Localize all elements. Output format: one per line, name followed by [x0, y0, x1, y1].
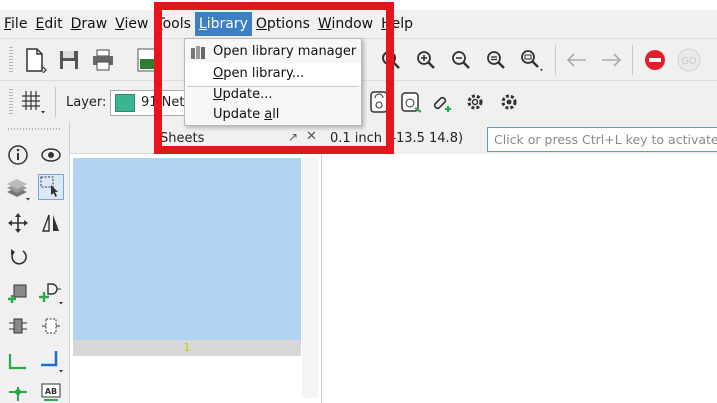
add-link-icon[interactable]	[428, 87, 458, 117]
menu-open-library-manager-label: Open library manager	[213, 44, 357, 59]
zoom-select-icon[interactable]	[481, 45, 511, 75]
menu-edit-label: dit	[44, 16, 63, 32]
select-group-icon[interactable]	[38, 174, 64, 200]
menu-library-hotkey: L	[198, 16, 207, 32]
new-file-icon[interactable]	[20, 45, 50, 75]
layer-label: Layer:	[66, 95, 107, 110]
stop-command-icon[interactable]	[640, 45, 670, 75]
menu-open-library-label: pen library...	[223, 66, 305, 81]
menu-window-label: indow	[331, 16, 374, 32]
sheet-number: 1	[73, 340, 301, 356]
menu-library-label: ibrary	[206, 16, 248, 32]
menu-open-library-hotkey: O	[213, 66, 224, 81]
multimeter-icon[interactable]	[364, 87, 394, 117]
wire-icon[interactable]	[5, 348, 31, 374]
menu-file-hotkey: F	[4, 16, 12, 32]
layer-color-swatch	[115, 94, 135, 112]
toolbar-grip[interactable]	[9, 89, 13, 115]
command-line-input[interactable]: Click or press Ctrl+L key to activate co…	[487, 127, 717, 152]
title-strip	[0, 0, 717, 10]
menu-help[interactable]: Help	[377, 12, 417, 36]
menu-draw-hotkey: D	[70, 16, 82, 32]
menu-window[interactable]: Window	[314, 12, 377, 36]
label-icon[interactable]: AB	[38, 379, 64, 403]
menu-view[interactable]: View	[111, 12, 152, 36]
menu-library[interactable]: Library	[194, 12, 252, 36]
print-icon[interactable]	[88, 45, 118, 75]
menu-options-hotkey: O	[255, 16, 267, 32]
menu-tools[interactable]: Tools	[152, 12, 195, 36]
rotate-icon[interactable]	[5, 243, 31, 269]
menu-window-hotkey: W	[317, 16, 332, 32]
close-icon[interactable]: ✕	[306, 129, 317, 144]
menu-options[interactable]: Options	[252, 12, 314, 36]
toolbar-separator	[555, 45, 556, 75]
add-gate-icon[interactable]	[38, 280, 64, 306]
app-window: File Edit Draw View Tools Library Option…	[0, 0, 717, 403]
replace-part-icon[interactable]	[5, 313, 31, 339]
info-icon[interactable]	[5, 142, 31, 168]
menu-draw[interactable]: Draw	[67, 12, 112, 36]
go-icon[interactable]: GO	[674, 45, 704, 75]
drawing-canvas[interactable]	[322, 154, 717, 403]
library-menu-dropdown: Open library manager Open library... Upd…	[184, 38, 362, 126]
go-label: GO	[681, 56, 697, 67]
toolbar-separator	[632, 45, 633, 75]
menu-edit-hotkey: E	[35, 16, 45, 32]
menu-update-all-suffix: ll	[272, 107, 280, 122]
mirror-icon[interactable]	[38, 210, 64, 236]
undock-icon[interactable]: ↗	[288, 130, 298, 144]
menu-update-label: pdate...	[222, 87, 273, 102]
junction-icon[interactable]	[5, 379, 31, 403]
erc-icon[interactable]	[396, 87, 426, 117]
drc-gear-icon[interactable]	[494, 87, 524, 117]
menu-update-all-hotkey: a	[264, 107, 273, 122]
redo-icon[interactable]	[596, 45, 626, 75]
menu-view-label: iew	[124, 16, 149, 32]
menu-help-label: elp	[391, 16, 414, 32]
sheets-panel-title: Sheets	[160, 131, 205, 146]
menu-update-hotkey: U	[213, 87, 223, 102]
settings-gear-icon[interactable]	[460, 87, 490, 117]
edit-part-icon[interactable]	[38, 313, 64, 339]
command-toolbox: AB	[0, 122, 70, 403]
grid-icon[interactable]	[18, 87, 48, 117]
menu-help-hotkey: H	[381, 16, 392, 32]
toolbox-grip[interactable]	[8, 128, 62, 130]
undo-icon[interactable]	[562, 45, 592, 75]
menu-file-label: ile	[11, 16, 28, 32]
zoom-options-icon[interactable]	[516, 45, 546, 75]
menu-open-library[interactable]: Open library...	[185, 63, 361, 85]
menu-options-label: ptions	[266, 16, 310, 32]
bus-icon[interactable]	[38, 348, 64, 374]
menu-update[interactable]: Update...	[185, 84, 361, 106]
menubar: File Edit Draw View Tools Library Option…	[0, 10, 717, 38]
menu-file[interactable]: File	[0, 12, 31, 36]
menu-open-library-manager[interactable]: Open library manager	[185, 41, 361, 63]
toolbar-grip[interactable]	[9, 47, 13, 73]
sheets-panel: Sheets ↗ ✕ 1	[70, 122, 322, 403]
toolbar-separator	[55, 87, 56, 117]
move-icon[interactable]	[5, 210, 31, 236]
sheets-scrollbar[interactable]	[302, 158, 318, 398]
zoom-in-icon[interactable]	[411, 45, 441, 75]
sheets-panel-header: Sheets ↗ ✕	[70, 122, 322, 154]
layers-icon[interactable]	[5, 176, 31, 202]
coordinate-readout: 0.1 inch (-13.5 14.8)	[330, 131, 464, 146]
add-part-icon[interactable]	[5, 280, 31, 306]
svg-text:AB: AB	[45, 387, 57, 396]
menu-draw-label: raw	[81, 16, 108, 32]
menu-update-all-prefix: Update	[213, 107, 265, 122]
schematic-board-switch-icon[interactable]	[132, 45, 162, 75]
sheet-thumbnail[interactable]	[73, 158, 301, 340]
save-icon[interactable]	[54, 45, 84, 75]
sheets-list: 1	[70, 154, 322, 403]
menu-update-all[interactable]: Update all	[185, 104, 361, 126]
zoom-out-icon[interactable]	[446, 45, 476, 75]
menu-tools-label: ools	[162, 16, 191, 32]
menu-edit[interactable]: Edit	[31, 12, 66, 36]
show-eye-icon[interactable]	[38, 142, 64, 168]
zoom-fit-icon[interactable]	[376, 45, 406, 75]
